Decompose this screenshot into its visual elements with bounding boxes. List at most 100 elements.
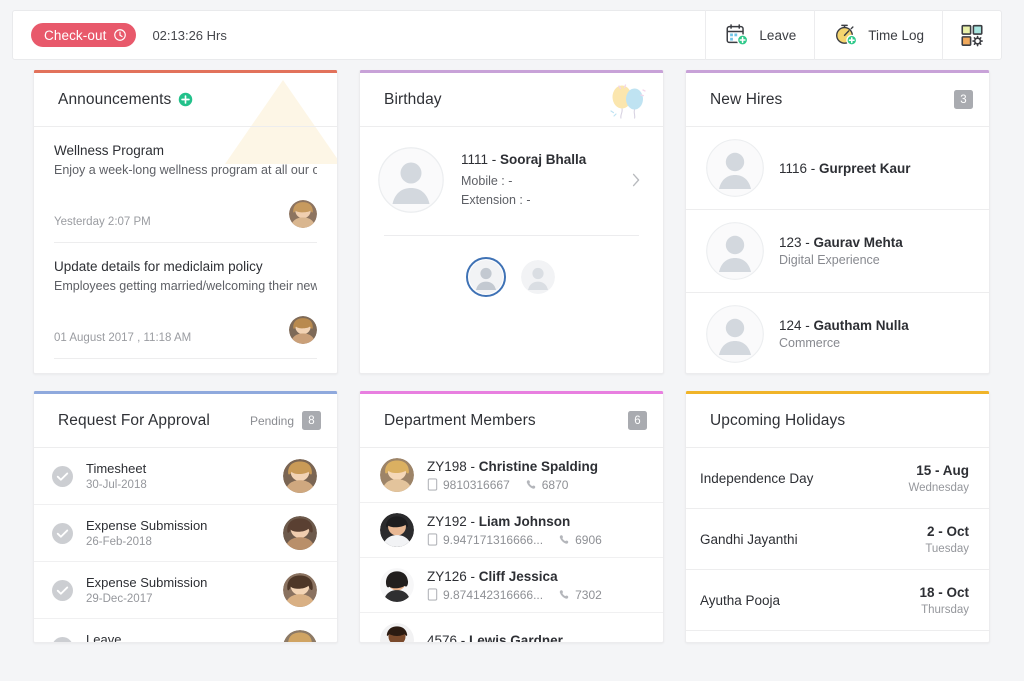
phone-icon	[559, 533, 570, 546]
new-hire-row[interactable]: 123 - Gaurav Mehta Digital Experience	[686, 210, 989, 293]
member-row[interactable]: ZY192 - Liam Johnson 9.947171316666... 6…	[360, 503, 663, 558]
member-name: ZY126 - Cliff Jessica	[427, 569, 602, 584]
separator: -	[467, 459, 479, 474]
separator: -	[802, 318, 814, 333]
birthday-person[interactable]: 1111 - Sooraj Bhalla Mobile : - Extensio…	[378, 147, 645, 213]
new-hire-name: 1116 - Gurpreet Kaur	[779, 161, 911, 176]
employee-name: Cliff Jessica	[479, 569, 558, 584]
calendar-add-icon	[724, 22, 750, 48]
member-info: ZY192 - Liam Johnson 9.947171316666... 6…	[427, 514, 602, 547]
upcoming-holidays-header: Upcoming Holidays	[686, 394, 989, 448]
member-info: 4576 - Lewis Gardner	[427, 633, 563, 644]
separator: -	[467, 514, 479, 529]
member-contact: 9.947171316666... 6906	[427, 533, 602, 547]
birthday-thumb[interactable]	[521, 260, 555, 294]
avatar	[289, 200, 317, 228]
holiday-date: 2 - Oct	[927, 524, 969, 539]
birthday-thumb[interactable]	[469, 260, 503, 294]
check-circle-icon[interactable]	[52, 637, 73, 644]
check-out-button[interactable]: Check-out	[31, 23, 136, 47]
member-row[interactable]: ZY126 - Cliff Jessica 9.874142316666... …	[360, 558, 663, 613]
holiday-row: Independence Day 15 - Aug Wednesday	[686, 448, 989, 509]
pending-count-badge: 8	[302, 411, 321, 430]
holiday-name: Ayutha Pooja	[700, 593, 919, 608]
separator: -	[802, 235, 814, 250]
check-circle-icon[interactable]	[52, 466, 73, 487]
member-row[interactable]: 4576 - Lewis Gardner	[360, 613, 663, 643]
holiday-row: Deepavali 6 - Nov Tuesday	[686, 631, 989, 643]
employee-name: Gurpreet Kaur	[819, 161, 911, 176]
time-log-label: Time Log	[868, 28, 924, 43]
announcements-header: Announcements	[34, 73, 337, 127]
employee-name: Lewis Gardner	[469, 633, 563, 644]
member-mobile: 9810316667	[443, 478, 510, 492]
holiday-when: 15 - Aug Wednesday	[908, 462, 969, 494]
announcement-desc: Enjoy a week-long wellness program at al…	[54, 162, 317, 179]
plus-circle-icon[interactable]	[171, 92, 193, 107]
birthday-info: 1111 - Sooraj Bhalla Mobile : - Extensio…	[461, 150, 614, 210]
member-contact: 9.874142316666... 7302	[427, 588, 602, 602]
announcement-item[interactable]: Wellness Program Enjoy a week-long welln…	[34, 127, 337, 232]
stopwatch-add-icon	[833, 22, 859, 48]
employee-id: 123	[779, 235, 802, 250]
holiday-date: 18 - Oct	[919, 585, 969, 600]
avatar	[289, 316, 317, 344]
avatar-placeholder	[378, 147, 444, 213]
employee-id: 4576	[427, 633, 457, 644]
department-members-count-badge: 6	[628, 411, 647, 430]
new-hire-info: 124 - Gautham Nulla Commerce	[779, 318, 909, 350]
avatar	[283, 459, 317, 493]
approval-row[interactable]: Expense Submission 26-Feb-2018	[34, 505, 337, 562]
divider	[54, 358, 317, 359]
divider	[384, 235, 639, 236]
separator: -	[457, 633, 469, 644]
member-mobile: 9.874142316666...	[443, 588, 543, 602]
approval-row[interactable]: Timesheet 30-Jul-2018	[34, 448, 337, 505]
birthday-body: 1111 - Sooraj Bhalla Mobile : - Extensio…	[360, 127, 663, 294]
card-title: New Hires	[710, 91, 782, 109]
holiday-day: Thursday	[919, 604, 969, 616]
card-title: Upcoming Holidays	[710, 412, 845, 430]
employee-id: ZY126	[427, 569, 467, 584]
widget-settings-button[interactable]	[942, 10, 1001, 60]
employee-id: ZY192	[427, 514, 467, 529]
new-hires-card: New Hires 3 1116 - Gurpreet Kaur	[685, 70, 990, 374]
chevron-right-icon[interactable]	[631, 172, 645, 188]
avatar	[380, 623, 414, 643]
employee-id: ZY198	[427, 459, 467, 474]
approval-title: Timesheet	[86, 461, 270, 476]
leave-button[interactable]: Leave	[705, 10, 814, 60]
employee-id: 1111	[461, 152, 488, 167]
card-title: Request For Approval	[58, 412, 210, 430]
announcement-item[interactable]: Update details for mediclaim policy Empl…	[34, 243, 337, 348]
approval-info: Expense Submission 29-Dec-2017	[86, 575, 270, 605]
holiday-row: Gandhi Jayanthi 2 - Oct Tuesday	[686, 509, 989, 570]
card-title: Department Members	[384, 412, 536, 430]
member-row[interactable]: ZY198 - Christine Spalding 9810316667 68…	[360, 448, 663, 503]
card-title: Announcements	[58, 91, 171, 109]
top-bar: Check-out 02:13:26 Hrs	[12, 10, 1002, 60]
announcement-footer: Yesterday 2:07 PM	[54, 200, 317, 228]
check-circle-icon[interactable]	[52, 523, 73, 544]
holiday-name: Independence Day	[700, 471, 908, 486]
time-log-button[interactable]: Time Log	[814, 10, 942, 60]
department-members-card: Department Members 6 ZY198 - Chri	[359, 391, 664, 643]
check-circle-icon[interactable]	[52, 580, 73, 601]
approval-row[interactable]: Expense Submission 29-Dec-2017	[34, 562, 337, 619]
employee-id: 1116	[779, 161, 807, 176]
separator: -	[488, 152, 500, 167]
approval-row[interactable]: Leave 29-Nov-2017	[34, 619, 337, 643]
new-hire-row[interactable]: 1116 - Gurpreet Kaur	[686, 127, 989, 210]
new-hire-row[interactable]: 124 - Gautham Nulla Commerce	[686, 293, 989, 374]
announcement-time: 01 August 2017 , 11:18 AM	[54, 332, 191, 344]
employee-id: 124	[779, 318, 802, 333]
approval-info: Timesheet 30-Jul-2018	[86, 461, 270, 491]
avatar	[283, 573, 317, 607]
new-hire-name: 123 - Gaurav Mehta	[779, 235, 903, 250]
new-hire-department: Digital Experience	[779, 253, 903, 267]
pending-label: Pending	[250, 414, 294, 428]
avatar	[380, 568, 414, 602]
new-hires-header: New Hires 3	[686, 73, 989, 127]
birthday-card: Birthday	[359, 70, 664, 374]
approval-info: Expense Submission 26-Feb-2018	[86, 518, 270, 548]
